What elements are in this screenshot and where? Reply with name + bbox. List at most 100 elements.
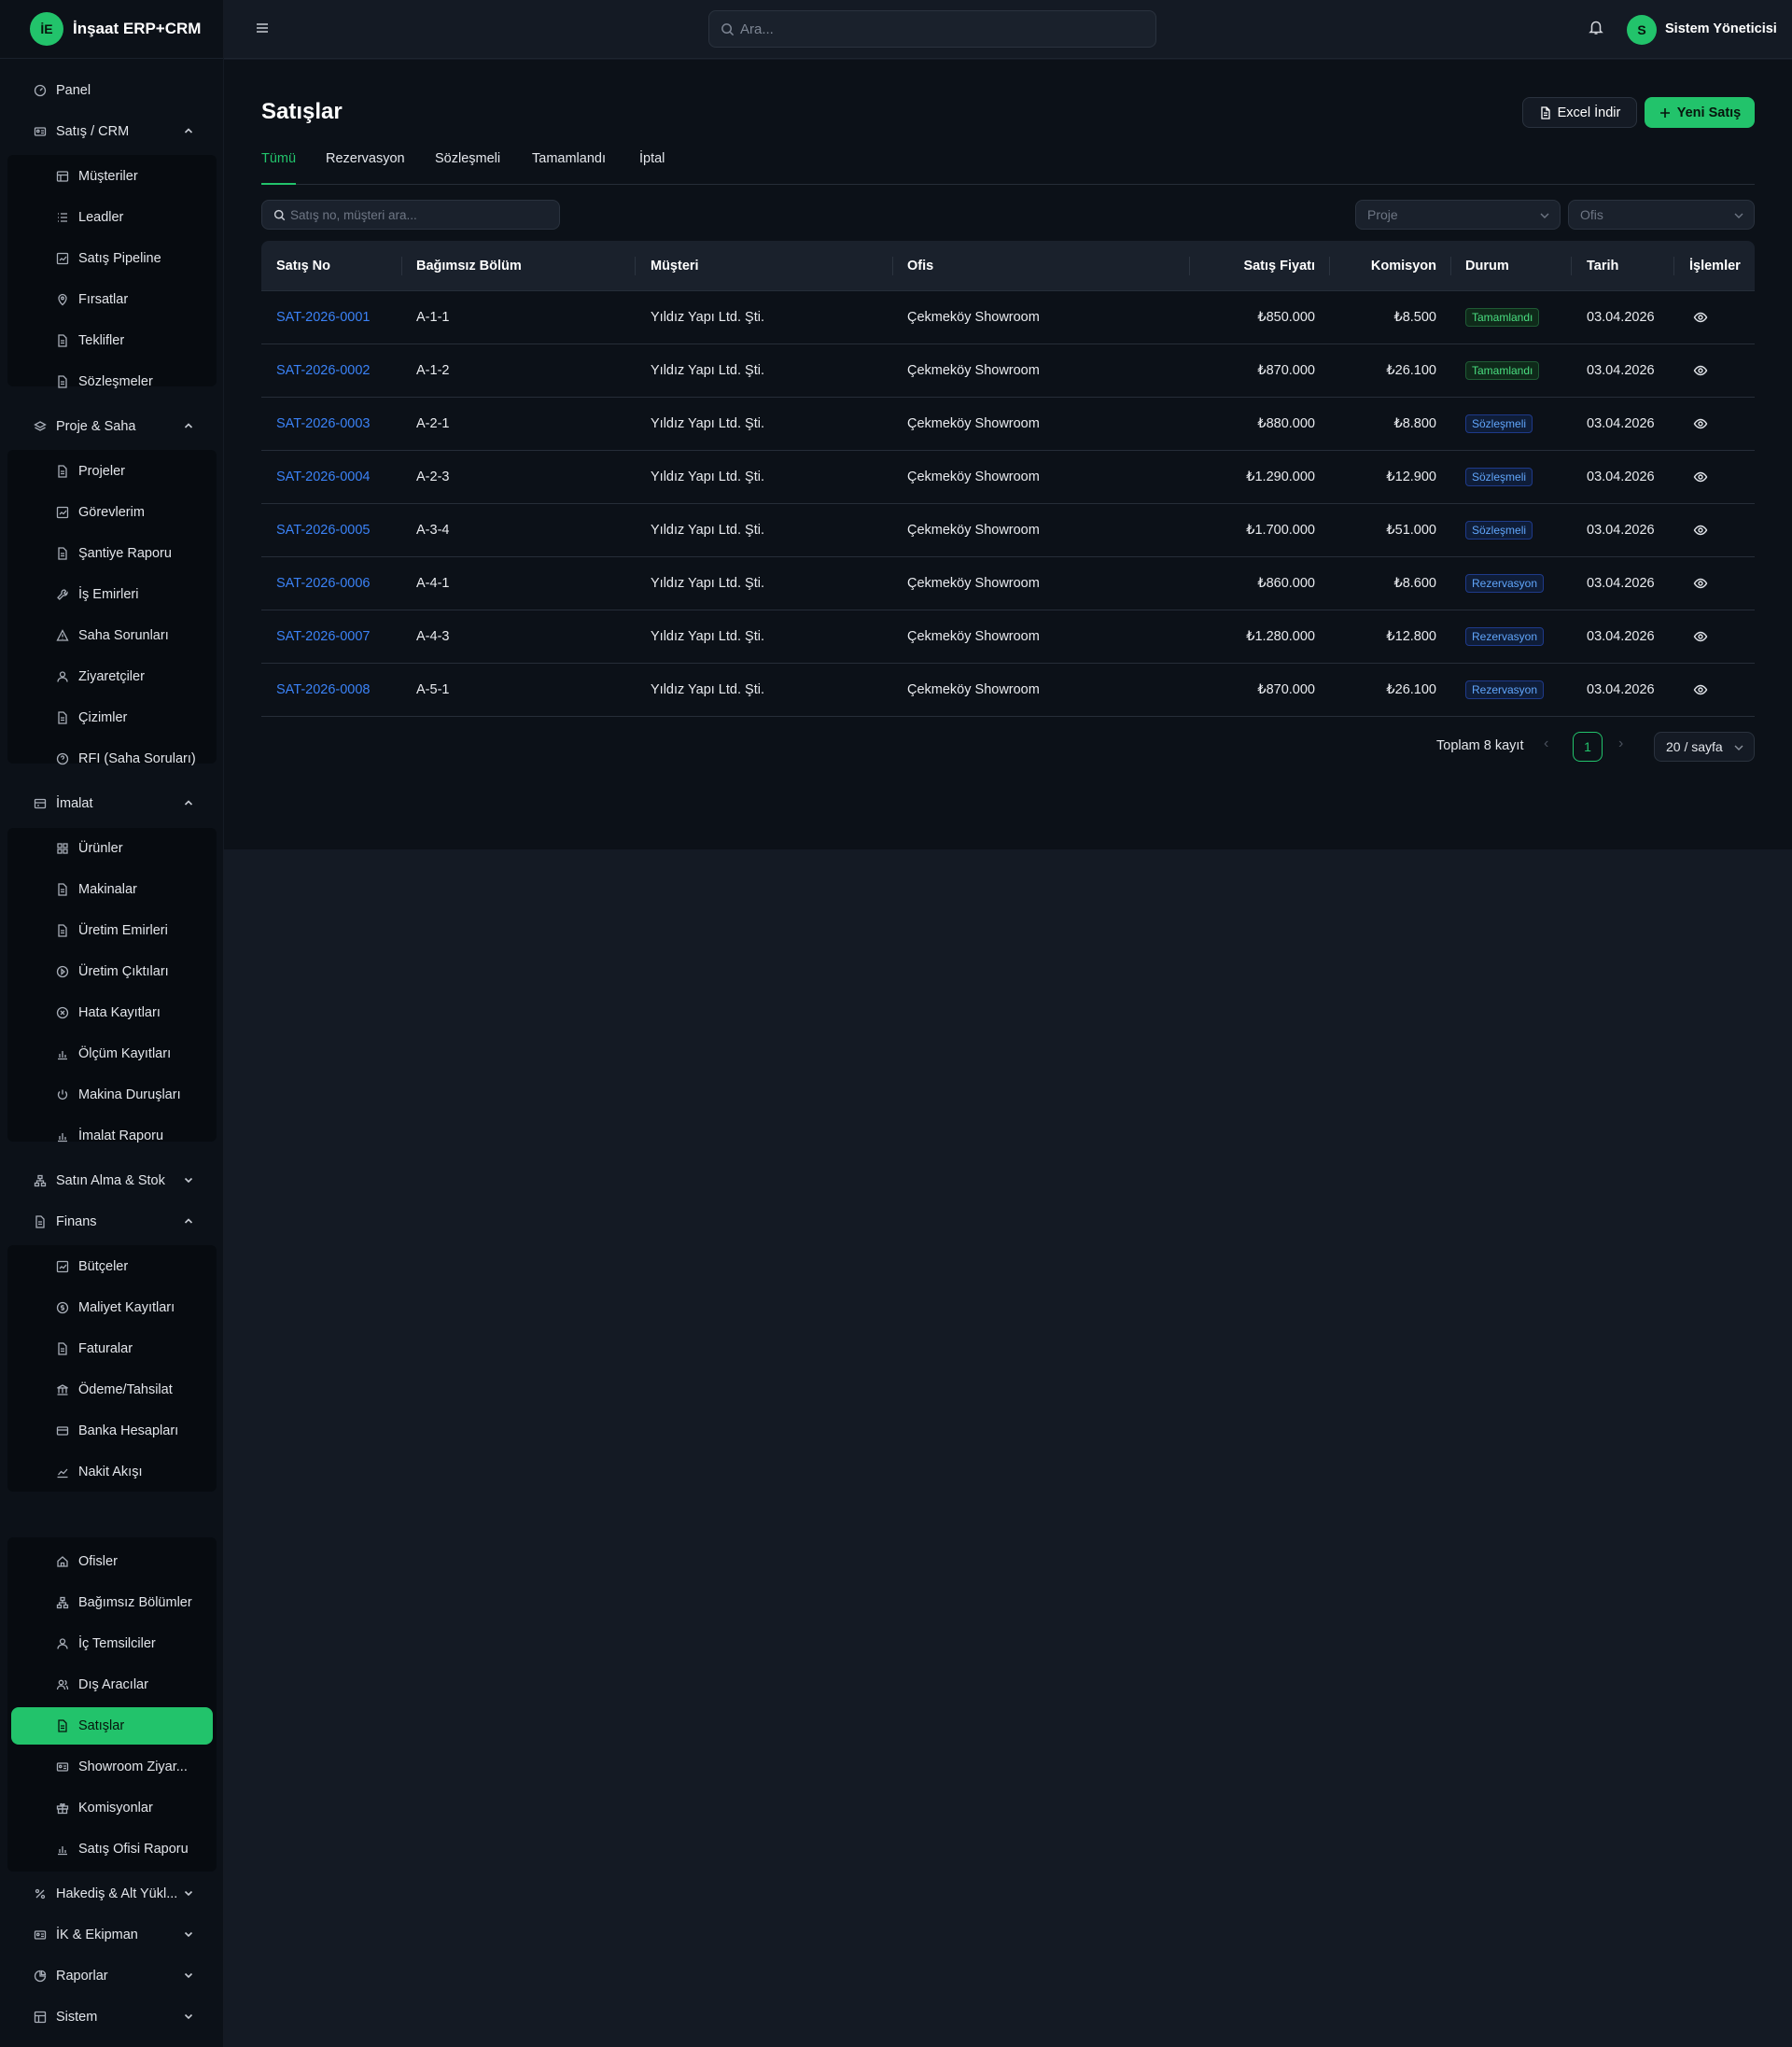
- sidebar-item-sozlesmeler[interactable]: Sözleşmeler: [11, 363, 213, 400]
- table-row[interactable]: SAT-2026-0005 A-3-4 Yıldız Yapı Ltd. Şti. Ç…: [261, 504, 1755, 557]
- chevron-right-icon[interactable]: ›: [1618, 736, 1633, 756]
- sidebar-item-musteriler[interactable]: Müşteriler: [11, 158, 213, 195]
- sidebar-item-dis-aracilar[interactable]: Dış Aracılar: [11, 1666, 213, 1703]
- column-divider[interactable]: [1673, 257, 1674, 275]
- sidebar-item-imalat-raporu[interactable]: İmalat Raporu: [11, 1117, 213, 1155]
- tab-completed[interactable]: Tamamlandı: [532, 149, 606, 185]
- table-row[interactable]: SAT-2026-0002 A-1-2 Yıldız Yapı Ltd. Şti. Ç…: [261, 344, 1755, 398]
- column-header-musteri[interactable]: Müşteri: [651, 241, 699, 291]
- sidebar-group-finans[interactable]: Finans: [11, 1203, 213, 1241]
- user-name[interactable]: Sistem Yöneticisi: [1665, 21, 1777, 36]
- sidebar-item-rfi-saha-sorulari[interactable]: RFI (Saha Soruları): [11, 740, 213, 778]
- sidebar-item-makinalar[interactable]: Makinalar: [11, 871, 213, 908]
- sidebar-group-satin-alma-stok[interactable]: Satın Alma & Stok: [11, 1162, 213, 1199]
- column-divider[interactable]: [1329, 257, 1330, 275]
- menu-toggle-icon[interactable]: [254, 20, 271, 36]
- global-search-input[interactable]: Ara...: [708, 10, 1156, 48]
- column-header-satis-no[interactable]: Satış No: [276, 241, 330, 291]
- sidebar-item-teklifler[interactable]: Teklifler: [11, 322, 213, 359]
- view-eye-icon[interactable]: [1691, 574, 1710, 593]
- sidebar-item-urunler[interactable]: Ürünler: [11, 830, 213, 867]
- sidebar-item-makina-duruslari[interactable]: Makina Duruşları: [11, 1076, 213, 1114]
- sidebar-item-odeme-tahsilat[interactable]: Ödeme/Tahsilat: [11, 1371, 213, 1409]
- column-divider[interactable]: [1450, 257, 1451, 275]
- sidebar-item-banka-hesaplari[interactable]: Banka Hesapları: [11, 1412, 213, 1450]
- table-row[interactable]: SAT-2026-0007 A-4-3 Yıldız Yapı Ltd. Şti. Ç…: [261, 610, 1755, 664]
- sidebar-group-sistem[interactable]: Sistem: [11, 1998, 213, 2036]
- table-row[interactable]: SAT-2026-0001 A-1-1 Yıldız Yapı Ltd. Şti. Ç…: [261, 291, 1755, 344]
- sidebar-item-saha-sorunlari[interactable]: Saha Sorunları: [11, 617, 213, 654]
- sidebar-group-panel[interactable]: Panel: [11, 72, 213, 109]
- sale-number-link[interactable]: SAT-2026-0007: [276, 610, 371, 663]
- table-row[interactable]: SAT-2026-0004 A-2-3 Yıldız Yapı Ltd. Şti. Ç…: [261, 451, 1755, 504]
- sidebar-item-satis-pipeline[interactable]: Satış Pipeline: [11, 240, 213, 277]
- notification-bell-icon[interactable]: [1588, 19, 1604, 35]
- sidebar-item-ofisler[interactable]: Ofisler: [11, 1543, 213, 1580]
- column-divider[interactable]: [635, 257, 636, 275]
- sale-number-link[interactable]: SAT-2026-0006: [276, 557, 371, 610]
- page-size-select[interactable]: 20 / sayfa: [1654, 732, 1755, 762]
- table-row[interactable]: SAT-2026-0003 A-2-1 Yıldız Yapı Ltd. Şti. Ç…: [261, 398, 1755, 451]
- column-divider[interactable]: [892, 257, 893, 275]
- sidebar-item-santiye-raporu[interactable]: Şantiye Raporu: [11, 535, 213, 572]
- view-eye-icon[interactable]: [1691, 521, 1710, 540]
- view-eye-icon[interactable]: [1691, 468, 1710, 486]
- sale-number-link[interactable]: SAT-2026-0001: [276, 291, 371, 344]
- sidebar-item-bagimsiz-bolumler[interactable]: Bağımsız Bölümler: [11, 1584, 213, 1621]
- column-header-satis-fiyati[interactable]: Satış Fiyatı: [1243, 241, 1315, 291]
- office-select[interactable]: Ofis: [1568, 200, 1755, 230]
- sidebar-group-raporlar[interactable]: Raporlar: [11, 1957, 213, 1995]
- sidebar-group-hakedis-alt-yukl[interactable]: Hakediş & Alt Yükl...: [11, 1875, 213, 1913]
- sidebar-item-faturalar[interactable]: Faturalar: [11, 1330, 213, 1367]
- sale-number-link[interactable]: SAT-2026-0005: [276, 504, 371, 556]
- sidebar-group-satis-crm[interactable]: Satış / CRM: [11, 113, 213, 150]
- sidebar-item-maliyet-kayitlari[interactable]: Maliyet Kayıtları: [11, 1289, 213, 1326]
- sidebar-item-cizimler[interactable]: Çizimler: [11, 699, 213, 736]
- view-eye-icon[interactable]: [1691, 308, 1710, 327]
- table-row[interactable]: SAT-2026-0006 A-4-1 Yıldız Yapı Ltd. Şti. Ç…: [261, 557, 1755, 610]
- column-divider[interactable]: [1571, 257, 1572, 275]
- sidebar-item-olcum-kayitlari[interactable]: Ölçüm Kayıtları: [11, 1035, 213, 1073]
- column-header-tarih[interactable]: Tarih: [1587, 241, 1618, 291]
- chevron-left-icon[interactable]: ‹: [1544, 736, 1559, 756]
- page-number-1[interactable]: 1: [1573, 732, 1603, 762]
- tab-reservation[interactable]: Rezervasyon: [326, 149, 405, 185]
- sale-number-link[interactable]: SAT-2026-0004: [276, 451, 371, 503]
- excel-download-button[interactable]: Excel İndir: [1522, 97, 1637, 128]
- column-header-durum[interactable]: Durum: [1465, 241, 1509, 291]
- sidebar-item-uretim-ciktilari[interactable]: Üretim Çıktıları: [11, 953, 213, 990]
- sidebar-item-hata-kayitlari[interactable]: Hata Kayıtları: [11, 994, 213, 1031]
- view-eye-icon[interactable]: [1691, 414, 1710, 433]
- column-header-islemler[interactable]: İşlemler: [1689, 241, 1741, 291]
- sidebar-item-nakit-akisi[interactable]: Nakit Akışı: [11, 1453, 213, 1491]
- sidebar-item-uretim-emirleri[interactable]: Üretim Emirleri: [11, 912, 213, 949]
- sidebar-group-proje-saha[interactable]: Proje & Saha: [11, 408, 213, 445]
- sidebar-item-showroom-ziyar[interactable]: Showroom Ziyar...: [11, 1748, 213, 1786]
- tab-contracted[interactable]: Sözleşmeli: [435, 149, 500, 185]
- sale-number-link[interactable]: SAT-2026-0002: [276, 344, 371, 397]
- sidebar-item-satis-ofisi-raporu[interactable]: Satış Ofisi Raporu: [11, 1830, 213, 1868]
- column-header-komisyon[interactable]: Komisyon: [1371, 241, 1436, 291]
- new-sale-button[interactable]: Yeni Satış: [1645, 97, 1755, 128]
- project-select[interactable]: Proje: [1355, 200, 1561, 230]
- table-row[interactable]: SAT-2026-0008 A-5-1 Yıldız Yapı Ltd. Şti. Ç…: [261, 664, 1755, 717]
- sidebar-group-imalat[interactable]: İmalat: [11, 785, 213, 822]
- sale-number-link[interactable]: SAT-2026-0008: [276, 664, 371, 716]
- column-divider[interactable]: [1189, 257, 1190, 275]
- sidebar-item-leadler[interactable]: Leadler: [11, 199, 213, 236]
- sidebar-group-ik-ekipman[interactable]: İK & Ekipman: [11, 1916, 213, 1954]
- sidebar-item-firsatlar[interactable]: Fırsatlar: [11, 281, 213, 318]
- view-eye-icon[interactable]: [1691, 680, 1710, 699]
- view-eye-icon[interactable]: [1691, 627, 1710, 646]
- sale-number-link[interactable]: SAT-2026-0003: [276, 398, 371, 450]
- column-header-ofis[interactable]: Ofis: [907, 241, 933, 291]
- column-header-bagimsiz-bolum[interactable]: Bağımsız Bölüm: [416, 241, 522, 291]
- sidebar-item-butceler[interactable]: Bütçeler: [11, 1248, 213, 1285]
- brand[interactable]: İE İnşaat ERP+CRM: [0, 0, 223, 59]
- view-eye-icon[interactable]: [1691, 361, 1710, 380]
- tab-all[interactable]: Tümü: [261, 149, 297, 185]
- sidebar-item-ic-temsilciler[interactable]: İç Temsilciler: [11, 1625, 213, 1662]
- column-divider[interactable]: [401, 257, 402, 275]
- sidebar-item-projeler[interactable]: Projeler: [11, 453, 213, 490]
- sidebar-item-is-emirleri[interactable]: İş Emirleri: [11, 576, 213, 613]
